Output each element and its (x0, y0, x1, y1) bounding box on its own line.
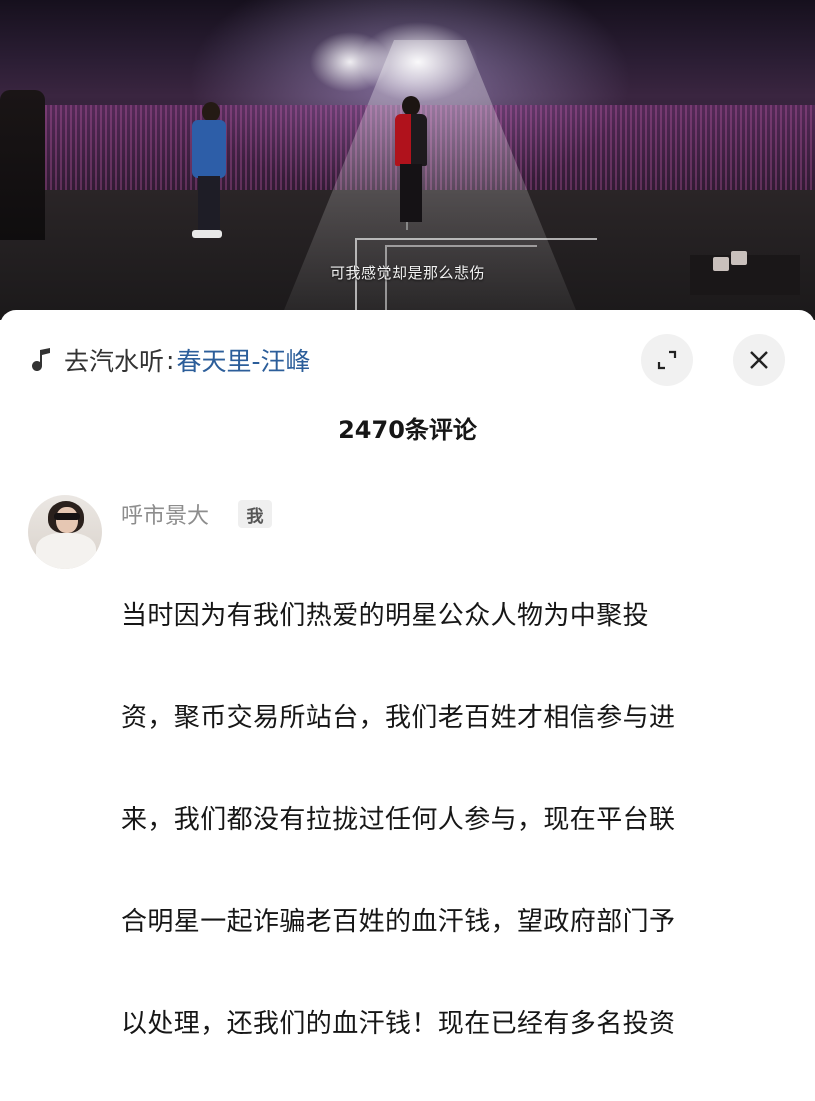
me-badge: 我 (238, 500, 272, 528)
avatar[interactable] (28, 495, 102, 569)
comment-count: 2470条评论 (338, 416, 477, 444)
music-link-separator: : (166, 345, 175, 375)
music-link-prefix: 去汽水听 (64, 347, 165, 376)
comment-line: 当时因为有我们热爱的明星公众人物为中聚投 (121, 601, 650, 631)
expand-icon (657, 350, 677, 370)
left-musician (0, 90, 45, 240)
video-player[interactable]: 可我感觉却是那么悲伤 (0, 0, 815, 320)
close-icon (750, 351, 768, 369)
comment-username[interactable]: 呼市景大 (121, 498, 209, 530)
music-link-song[interactable]: 春天里-汪峰 (176, 342, 310, 378)
video-subtitle: 可我感觉却是那么悲伤 (329, 264, 485, 282)
comment-line: 来，我们都没有拉拢过任何人参与，现在平台联 (121, 805, 676, 835)
comment-line: 以处理，还我们的血汗钱！现在已经有多名投资 (121, 1009, 676, 1039)
music-note-icon (32, 348, 50, 371)
close-button[interactable] (733, 334, 785, 386)
comment-line: 合明星一起诈骗老百姓的血汗钱，望政府部门予 (121, 907, 676, 937)
singer-figure (392, 96, 430, 226)
expand-button[interactable] (641, 334, 693, 386)
comment-body[interactable]: 当时因为有我们热爱的明星公众人物为中聚投 资，聚币交易所站台，我们老百姓才相信参… (121, 540, 771, 1101)
music-link[interactable]: 去汽水听 : 春天里-汪峰 (32, 340, 310, 380)
guitarist-figure (190, 102, 230, 242)
comment-line: 资，聚币交易所站台，我们老百姓才相信参与进 (121, 703, 676, 733)
